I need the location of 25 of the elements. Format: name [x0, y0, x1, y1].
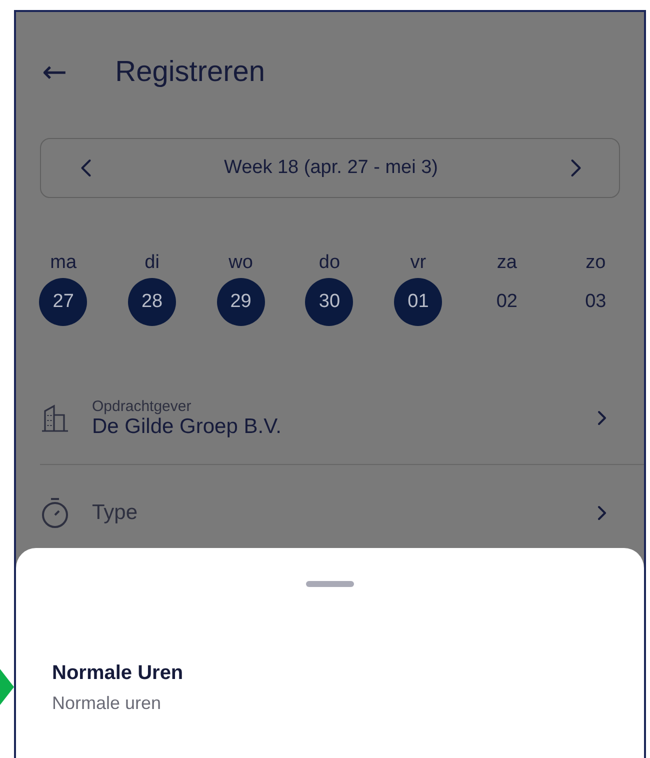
field-placeholder: Type — [92, 501, 139, 525]
day-date[interactable]: 30 — [305, 278, 354, 326]
building-icon — [40, 403, 70, 433]
day-date[interactable]: 01 — [394, 278, 442, 326]
day-date[interactable]: 29 — [216, 278, 265, 326]
week-label: Week 18 (apr. 27 - mei 3) — [224, 157, 438, 179]
field-label: Opdrachtgever — [92, 398, 192, 414]
form-row[interactable]: Opdrachtgever De Gilde Groep B.V. — [40, 372, 644, 465]
back-button[interactable]: ← — [42, 54, 68, 90]
weekday-label: do — [318, 252, 340, 274]
pointer-icon — [0, 669, 14, 705]
drag-handle[interactable] — [306, 581, 354, 587]
weekday-label: vr — [410, 252, 426, 274]
weekday-label: ma — [50, 252, 77, 274]
weekday-label: di — [144, 252, 160, 274]
day-date[interactable]: 02 — [482, 278, 531, 326]
stopwatch-icon — [40, 497, 70, 529]
day-date[interactable]: 28 — [128, 278, 176, 326]
day-date[interactable]: 03 — [572, 278, 620, 326]
weekday-label: zo — [586, 252, 606, 274]
field-value: De Gilde Groep B.V. — [92, 414, 282, 438]
weekday-label: wo — [228, 252, 253, 274]
weekday-label: za — [496, 252, 517, 274]
screen-title: Registreren — [115, 56, 266, 88]
day-date[interactable]: 27 — [39, 278, 88, 326]
